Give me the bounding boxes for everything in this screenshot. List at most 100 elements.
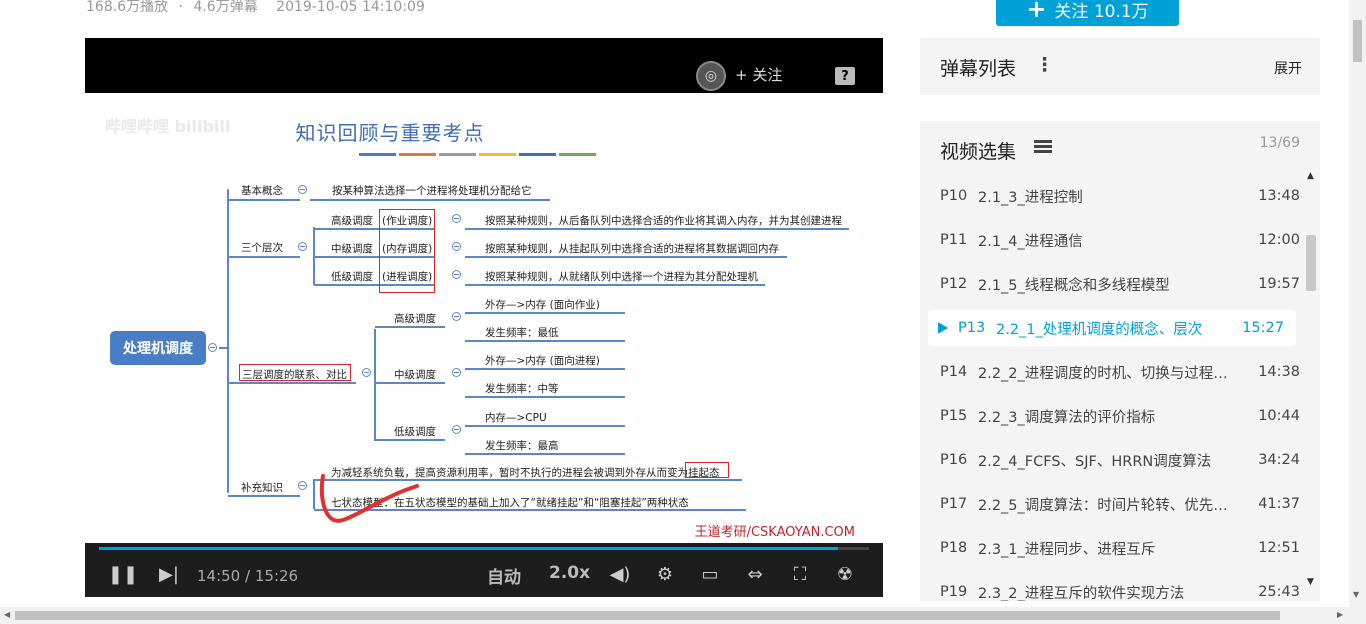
collapse-icon — [208, 343, 217, 352]
mm-extra: 补充知识 — [241, 482, 283, 494]
mm-mid: 中级调度 — [331, 243, 373, 255]
quality-button[interactable]: 自动 — [487, 563, 521, 588]
page-horizontal-scrollbar[interactable]: ◀ ▶ — [0, 607, 1366, 624]
highlight-box — [685, 462, 729, 478]
playlist-item[interactable]: P15 2.2_3_调度算法的评价指标 10:44 — [920, 394, 1320, 438]
playlist-item-id: P14 — [940, 364, 968, 380]
scroll-right-icon[interactable]: ▶ — [1337, 610, 1343, 619]
collapse-icon — [452, 270, 461, 279]
playlist-item[interactable]: P12 2.1_5_线程概念和多线程模型 19:57 — [920, 262, 1320, 306]
playlist-count: 13/69 — [1259, 135, 1300, 151]
time-total: 15:26 — [254, 567, 299, 585]
playlist-item-active[interactable]: P13 2.2_1_处理机调度的概念、层次 15:27 — [928, 310, 1296, 346]
mm-rel-mid-a: 外存—>内存 (面向进程) — [485, 355, 600, 367]
collapse-icon — [452, 242, 461, 251]
mm-rel-low-a: 内存—>CPU — [485, 412, 547, 424]
horizontal-scrollbar-thumb[interactable] — [15, 611, 1280, 620]
follow-button[interactable]: + 关注 10.1万 — [996, 0, 1179, 26]
danmaku-list-title: 弹幕列表 — [940, 58, 1017, 80]
playlist-item-duration: 25:43 — [1258, 584, 1300, 600]
playlist-item[interactable]: P10 2.1_3_进程控制 13:48 — [920, 174, 1320, 218]
fullscreen-icon[interactable]: ☢ — [833, 563, 857, 585]
widescreen-icon[interactable]: ⇔ — [743, 563, 767, 585]
playlist-item-id: P10 — [940, 188, 968, 204]
settings-gear-icon[interactable]: ⚙ — [653, 563, 677, 585]
playlist-item[interactable]: P18 2.3_1_进程同步、进程互斥 12:51 — [920, 526, 1320, 570]
mm-basic-concept-desc: 按某种算法选择一个进程将处理机分配给它 — [332, 185, 532, 197]
playlist-item-id: P12 — [940, 276, 968, 292]
progress-fill — [99, 547, 839, 550]
connector — [465, 340, 625, 342]
playlist-item-id: P19 — [940, 584, 968, 600]
scroll-up-icon[interactable]: ▲ — [1307, 171, 1314, 181]
page-vertical-scrollbar[interactable]: ▼ — [1349, 0, 1366, 607]
playlist-item[interactable]: P14 2.2_2_进程调度的时机、切换与过程… 14:38 — [920, 350, 1320, 394]
playlist-item-title: 2.1_4_进程通信 — [978, 233, 1083, 250]
list-icon[interactable] — [1034, 140, 1052, 154]
playlist-item-duration: 14:38 — [1258, 364, 1300, 380]
more-vertical-icon[interactable]: ⋮ — [1035, 54, 1054, 76]
connector — [465, 256, 787, 258]
pause-icon[interactable]: ❚❚ — [108, 563, 138, 585]
connector — [465, 312, 625, 314]
slide-title: 知识回顾与重要考点 — [295, 121, 485, 145]
connector — [465, 396, 625, 398]
playlist-item-duration: 13:48 — [1258, 188, 1300, 204]
playlist-item[interactable]: P16 2.2_4_FCFS、SJF、HRRN调度算法 34:24 — [920, 438, 1320, 482]
playlist-item-duration: 10:44 — [1258, 408, 1300, 424]
expand-button[interactable]: 展开 — [1274, 58, 1302, 78]
connector — [465, 453, 625, 455]
player-follow-button[interactable]: + 关注 — [735, 64, 782, 85]
playlist-scrollbar-thumb[interactable] — [1306, 235, 1316, 291]
plus-icon: + — [1026, 0, 1047, 23]
help-icon[interactable]: ? — [835, 67, 855, 85]
title-color-segment — [559, 153, 596, 156]
playlist-item-title: 2.2_3_调度算法的评价指标 — [978, 409, 1156, 426]
danmaku-list-panel: 弹幕列表 ⋮ 展开 — [920, 38, 1320, 95]
title-color-segment — [399, 153, 436, 156]
connector — [228, 495, 300, 497]
uploader-avatar-icon[interactable]: ◎ — [696, 61, 726, 91]
mm-rel-mid-b: 发生频率：中等 — [485, 383, 559, 395]
playlist-item-id: P18 — [940, 540, 968, 556]
connector — [375, 439, 445, 441]
connector — [310, 199, 550, 201]
volume-icon[interactable]: ◀) — [608, 563, 632, 585]
connector — [374, 329, 376, 441]
pip-icon[interactable]: ▭ — [698, 563, 722, 585]
connector — [465, 284, 765, 286]
playlist-item-title: 2.3_1_进程同步、进程互斥 — [978, 541, 1156, 558]
mm-rel-high-b: 发生频率：最低 — [485, 327, 559, 339]
title-color-segment — [519, 153, 556, 156]
scroll-down-icon[interactable]: ▼ — [1307, 577, 1314, 587]
title-color-segment — [479, 153, 516, 156]
scroll-left-icon[interactable]: ◀ — [4, 610, 10, 619]
collapse-icon — [298, 242, 307, 251]
player-controls: ❚❚ ▶| 14:50 / 15:26 自动 2.0x ◀) ⚙ ▭ ⇔ ⛶ ☢ — [85, 543, 883, 597]
playlist-item-duration: 15:27 — [1242, 320, 1284, 336]
scroll-down-icon[interactable]: ▼ — [1353, 590, 1359, 599]
playlist-item-title: 2.2_5_调度算法：时间片轮转、优先… — [978, 497, 1228, 514]
video-player[interactable]: ◎ + 关注 ? 哔哩哔哩 bilibili 知识回顾与重要考点 处理机调度 基… — [85, 38, 883, 597]
playlist-item[interactable]: P19 2.3_2_进程互斥的软件实现方法 25:43 — [920, 570, 1320, 601]
playlist-item-title: 2.2_2_进程调度的时机、切换与过程… — [978, 365, 1228, 382]
progress-bar[interactable] — [99, 547, 869, 550]
playlist-item[interactable]: P11 2.1_4_进程通信 12:00 — [920, 218, 1320, 262]
mm-rel-low-b: 发生频率：最高 — [485, 440, 559, 452]
connector — [465, 425, 625, 427]
mm-high: 高级调度 — [331, 215, 373, 227]
playlist-item-duration: 34:24 — [1258, 452, 1300, 468]
playlist-item-id: P13 — [958, 320, 986, 336]
connector — [228, 199, 300, 201]
collapse-icon — [452, 312, 461, 321]
mm-basic-concept: 基本概念 — [241, 185, 283, 197]
pen-annotation — [319, 474, 419, 523]
speed-button[interactable]: 2.0x — [549, 563, 590, 583]
vertical-scrollbar-thumb[interactable] — [1353, 20, 1362, 62]
playlist-item[interactable]: P17 2.2_5_调度算法：时间片轮转、优先… 41:37 — [920, 482, 1320, 526]
mm-rel-high-a: 外存—>内存 (面向作业) — [485, 299, 600, 311]
collapse-icon — [298, 185, 307, 194]
web-fullscreen-icon[interactable]: ⛶ — [788, 563, 812, 585]
follow-label: 关注 10.1万 — [1054, 1, 1149, 22]
next-icon[interactable]: ▶| — [157, 563, 181, 585]
